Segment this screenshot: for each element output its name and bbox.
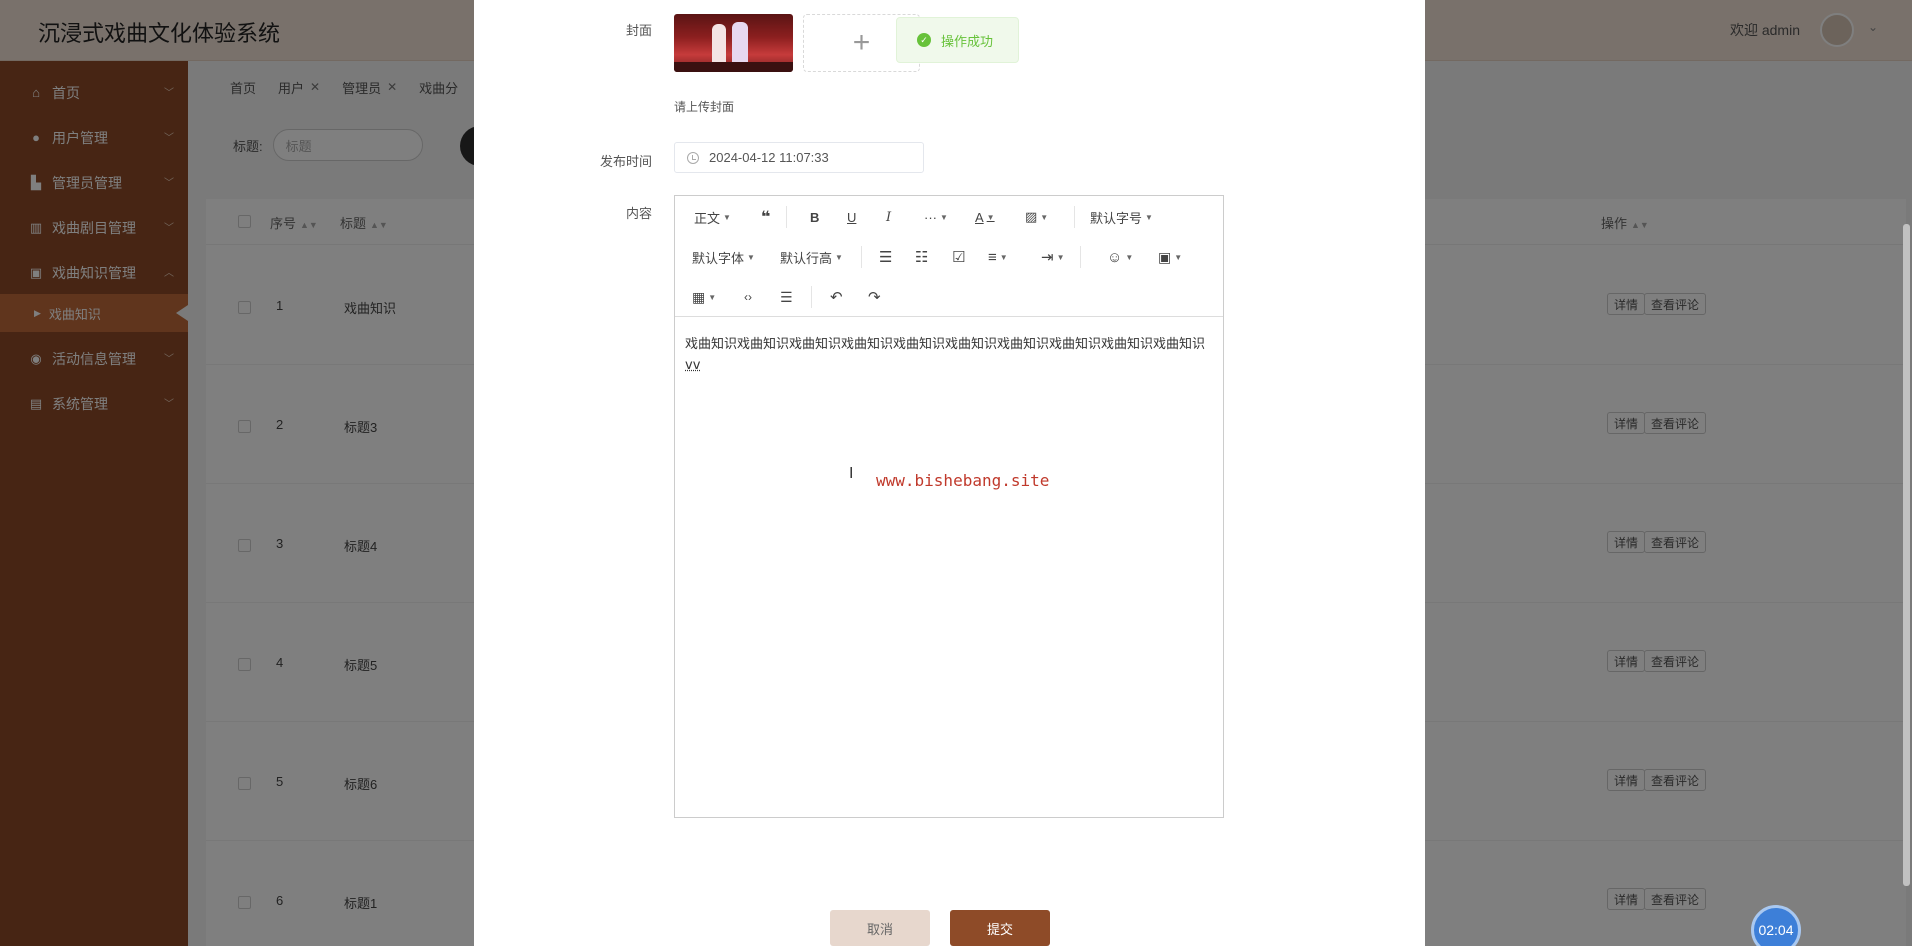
cover-label: 封面 bbox=[625, 23, 652, 38]
quote-icon[interactable]: ❝ bbox=[761, 207, 770, 227]
caret-down-icon: ▼ bbox=[723, 212, 731, 222]
toolbar-divider bbox=[1074, 206, 1075, 228]
line-height-dropdown[interactable]: 默认行高 ▼ bbox=[780, 247, 843, 267]
toolbar-divider bbox=[861, 246, 862, 268]
font-color-icon[interactable]: A ▼ bbox=[975, 207, 995, 227]
watermark: www.bishebang.site bbox=[876, 471, 1050, 490]
todo-icon[interactable]: ☑ bbox=[952, 247, 965, 267]
toast-text: 操作成功 bbox=[941, 33, 994, 49]
align-icon[interactable]: ≡ ▼ bbox=[988, 247, 1008, 267]
plus-icon: + bbox=[852, 26, 871, 59]
publish-time-label: 发布时间 bbox=[599, 154, 652, 169]
background-color-icon[interactable]: ▨ ▼ bbox=[1025, 207, 1048, 227]
rich-text-editor: 正文 ▼ ❝ B U I ··· ▼ A ▼ ▨ ▼ 默认字号 ▼ 默认字体 ▼ 默认行高 ▼… bbox=[674, 195, 1224, 818]
success-toast: ✓ 操作成功 bbox=[896, 17, 1019, 63]
table-icon[interactable]: ▦ ▼ bbox=[692, 287, 716, 307]
bullet-list-icon[interactable]: ☰ bbox=[879, 247, 892, 267]
font-size-dropdown[interactable]: 默认字号 ▼ bbox=[1090, 207, 1153, 227]
caret-down-icon: ▼ bbox=[835, 252, 843, 262]
undo-icon[interactable]: ↶ bbox=[830, 287, 843, 307]
cover-thumbnail[interactable] bbox=[674, 14, 793, 72]
caret-down-icon: ▼ bbox=[747, 252, 755, 262]
submit-button[interactable]: 提交 bbox=[950, 910, 1050, 946]
redo-icon[interactable]: ↷ bbox=[868, 287, 881, 307]
font-family-label: 默认字体 bbox=[692, 250, 745, 266]
cover-hint: 请上传封面 bbox=[674, 100, 735, 114]
cancel-button[interactable]: 取消 bbox=[830, 910, 930, 946]
more-icon[interactable]: ··· ▼ bbox=[924, 207, 948, 227]
code-icon[interactable]: ‹› bbox=[744, 287, 752, 307]
content-label: 内容 bbox=[625, 206, 652, 221]
toolbar-divider bbox=[811, 286, 812, 308]
caret-down-icon: ▼ bbox=[1145, 212, 1153, 222]
scrollbar[interactable] bbox=[1903, 224, 1910, 886]
paragraph-label: 正文 bbox=[694, 210, 721, 226]
toolbar-divider bbox=[786, 206, 787, 228]
line-height-label: 默认行高 bbox=[780, 250, 833, 266]
font-size-label: 默认字号 bbox=[1090, 210, 1143, 226]
image-icon[interactable]: ▣ ▼ bbox=[1158, 247, 1182, 267]
text-cursor-icon: I bbox=[849, 465, 854, 482]
editor-toolbar: 正文 ▼ ❝ B U I ··· ▼ A ▼ ▨ ▼ 默认字号 ▼ 默认字体 ▼ 默认行高 ▼… bbox=[675, 196, 1223, 317]
cover-stage bbox=[674, 62, 793, 72]
content-tail: vv bbox=[685, 358, 701, 373]
bold-icon[interactable]: B bbox=[810, 207, 819, 227]
content-text: 戏曲知识戏曲知识戏曲知识戏曲知识戏曲知识戏曲知识戏曲知识戏曲知识戏曲知识戏曲知识 bbox=[685, 337, 1206, 352]
underline-icon[interactable]: U bbox=[847, 207, 856, 227]
divider-icon[interactable]: ☰ bbox=[780, 287, 793, 307]
editor-content[interactable]: 戏曲知识戏曲知识戏曲知识戏曲知识戏曲知识戏曲知识戏曲知识戏曲知识戏曲知识戏曲知识… bbox=[685, 334, 1211, 376]
clock-icon bbox=[687, 151, 699, 164]
italic-icon[interactable]: I bbox=[886, 207, 891, 227]
indent-icon[interactable]: ⇥ ▼ bbox=[1041, 247, 1065, 267]
publish-time-value: 2024-04-12 11:07:33 bbox=[709, 150, 829, 165]
cover-figure bbox=[712, 24, 726, 64]
numbered-list-icon[interactable]: ☷ bbox=[915, 247, 928, 267]
paragraph-dropdown[interactable]: 正文 ▼ bbox=[694, 207, 731, 227]
toolbar-divider bbox=[1080, 246, 1081, 268]
emoji-icon[interactable]: ☺ ▼ bbox=[1107, 247, 1133, 267]
cover-figure bbox=[732, 22, 748, 64]
check-icon: ✓ bbox=[917, 33, 931, 47]
publish-time-input[interactable]: 2024-04-12 11:07:33 bbox=[674, 142, 924, 173]
font-family-dropdown[interactable]: 默认字体 ▼ bbox=[692, 247, 755, 267]
